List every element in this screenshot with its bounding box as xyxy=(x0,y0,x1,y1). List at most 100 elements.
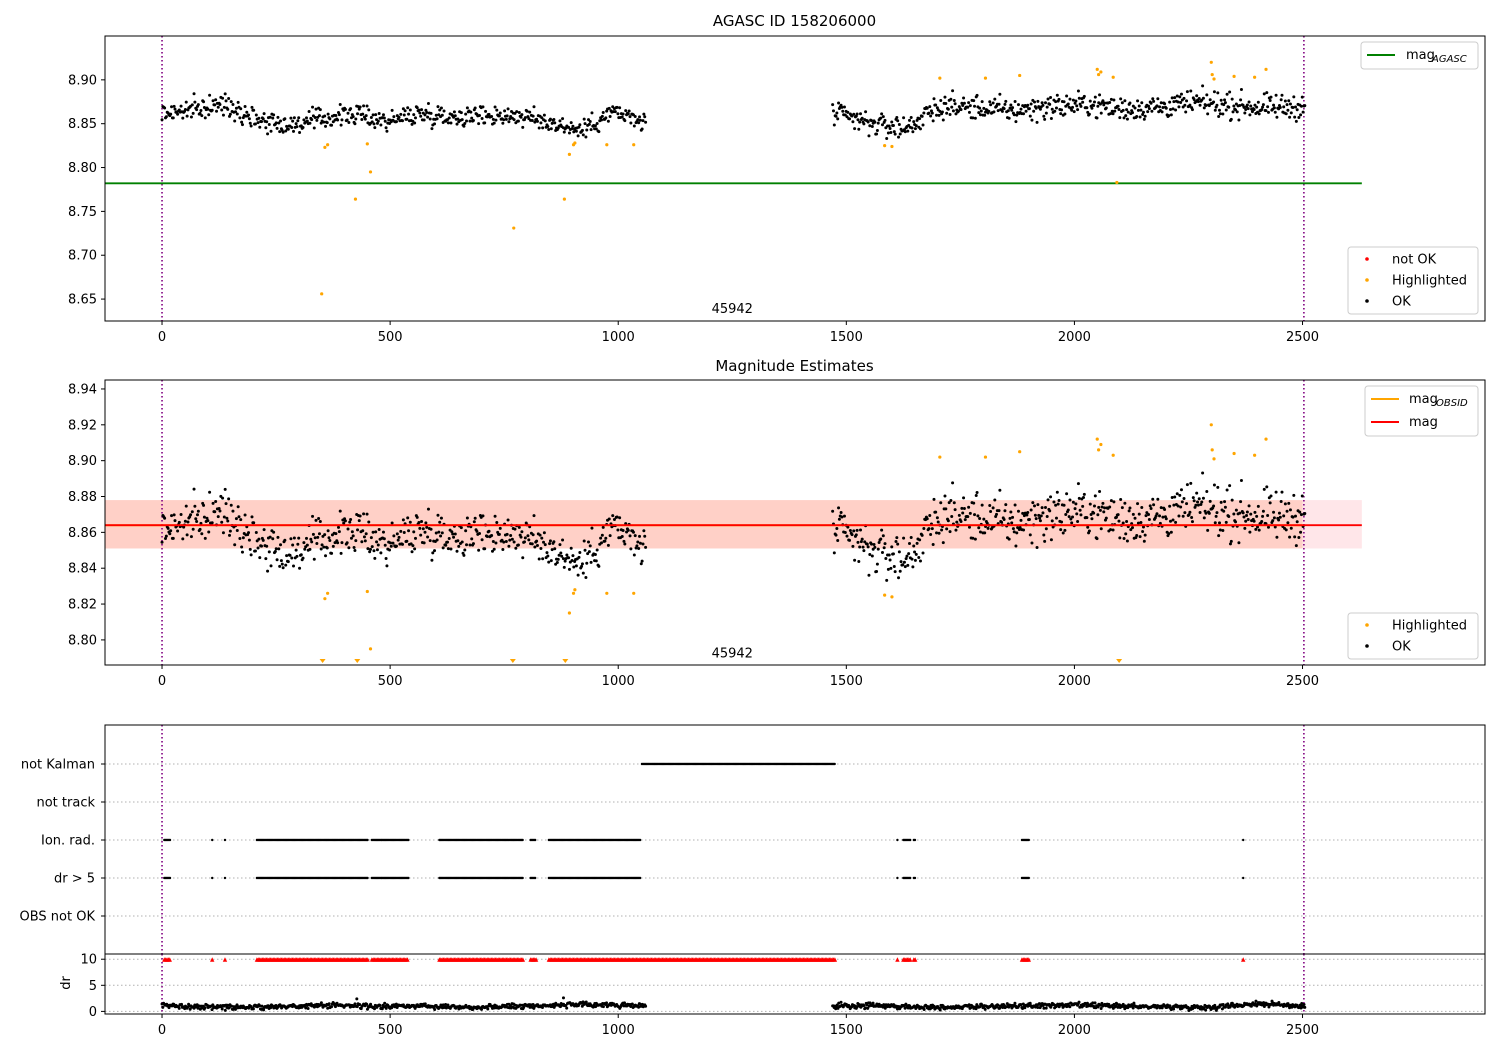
ok-point xyxy=(1123,99,1127,103)
ok-point xyxy=(1098,93,1102,97)
ok-point xyxy=(452,535,456,539)
ok-point xyxy=(875,562,879,566)
ok-point xyxy=(962,506,966,510)
ok-point xyxy=(203,116,207,120)
legend-point-swatch xyxy=(1365,644,1369,648)
ok-point xyxy=(436,513,440,517)
ok-point xyxy=(494,118,498,122)
ok-point xyxy=(920,114,924,118)
ok-point xyxy=(1147,107,1151,111)
ok-point xyxy=(1013,1001,1017,1005)
ok-point xyxy=(330,123,334,127)
ok-point xyxy=(1168,504,1172,508)
ok-point xyxy=(330,551,334,555)
highlighted-point xyxy=(1210,448,1214,452)
panel2-ytick-label: 8.94 xyxy=(68,382,97,397)
ok-point xyxy=(1158,514,1162,518)
ok-point xyxy=(1099,527,1103,531)
ok-point xyxy=(567,556,571,560)
ok-point xyxy=(1294,514,1298,518)
ok-point xyxy=(173,107,177,111)
ok-point xyxy=(515,110,519,114)
ok-point xyxy=(1028,533,1032,537)
ok-point xyxy=(328,117,332,121)
ok-point xyxy=(897,576,901,580)
ok-point xyxy=(1120,506,1124,510)
ok-point xyxy=(1266,514,1270,518)
ok-point xyxy=(477,122,481,126)
ok-point xyxy=(177,1006,181,1010)
ok-point xyxy=(840,515,844,519)
ok-point xyxy=(1179,488,1183,492)
ok-point xyxy=(1299,113,1303,117)
ok-point xyxy=(468,543,472,547)
ok-point xyxy=(1229,117,1233,121)
panel2-ytick-label: 8.86 xyxy=(68,526,97,541)
ok-point xyxy=(1147,512,1151,516)
ok-point xyxy=(1087,529,1091,533)
ok-point xyxy=(569,546,573,550)
ok-point xyxy=(1013,100,1017,104)
ok-point xyxy=(1167,114,1171,118)
ok-point xyxy=(279,119,283,123)
panel4-ylabel: dr xyxy=(59,976,74,990)
ok-point xyxy=(562,130,566,134)
ok-point xyxy=(1295,520,1299,524)
ok-point xyxy=(213,510,217,514)
ok-point xyxy=(540,536,544,540)
ok-point xyxy=(221,113,225,117)
ok-point xyxy=(514,546,518,550)
ok-point xyxy=(864,110,868,114)
ok-point xyxy=(948,530,952,534)
ok-point xyxy=(225,516,229,520)
ok-point xyxy=(485,534,489,538)
ok-point xyxy=(1252,519,1256,523)
legend-point-label: Highlighted xyxy=(1392,274,1467,289)
ok-point xyxy=(1289,111,1293,115)
ok-point xyxy=(601,1005,605,1009)
flag-point xyxy=(1027,838,1031,842)
ok-point xyxy=(1174,520,1178,524)
ok-point xyxy=(859,112,863,116)
ok-point xyxy=(195,108,199,112)
ok-point xyxy=(628,534,632,538)
ok-point xyxy=(446,547,450,551)
ok-point xyxy=(1214,514,1218,518)
ok-point xyxy=(1004,503,1008,507)
flag-point xyxy=(366,876,369,880)
ok-point xyxy=(978,113,982,117)
ok-point xyxy=(487,529,491,533)
ok-point xyxy=(1016,103,1020,107)
ok-point xyxy=(1038,519,1042,523)
ok-point xyxy=(1196,100,1200,104)
ok-point xyxy=(997,102,1001,106)
ok-point xyxy=(471,542,475,546)
ok-point xyxy=(272,113,276,117)
ok-point xyxy=(433,1007,437,1011)
ok-point xyxy=(948,113,952,117)
ok-point xyxy=(233,119,237,123)
ok-point xyxy=(495,108,499,112)
ok-point xyxy=(1141,530,1145,534)
ok-point xyxy=(1261,103,1265,107)
ok-point xyxy=(190,510,194,514)
ok-point xyxy=(410,122,414,126)
panel1-xtick-label: 1500 xyxy=(830,330,863,345)
ok-point xyxy=(879,537,883,541)
ok-point xyxy=(497,532,501,536)
ok-point xyxy=(549,127,553,131)
ok-point xyxy=(576,573,580,577)
ok-point xyxy=(966,105,970,109)
ok-point xyxy=(413,121,417,125)
ok-point xyxy=(539,121,543,125)
ok-point xyxy=(1245,510,1249,514)
ok-point xyxy=(343,519,347,523)
ok-point xyxy=(1185,483,1189,487)
ok-point xyxy=(1198,510,1202,514)
ok-point xyxy=(973,116,977,120)
ok-point xyxy=(247,113,251,117)
ok-point xyxy=(462,124,466,128)
ok-point xyxy=(1040,506,1044,510)
ok-point xyxy=(1085,516,1089,520)
ok-point xyxy=(585,128,589,132)
